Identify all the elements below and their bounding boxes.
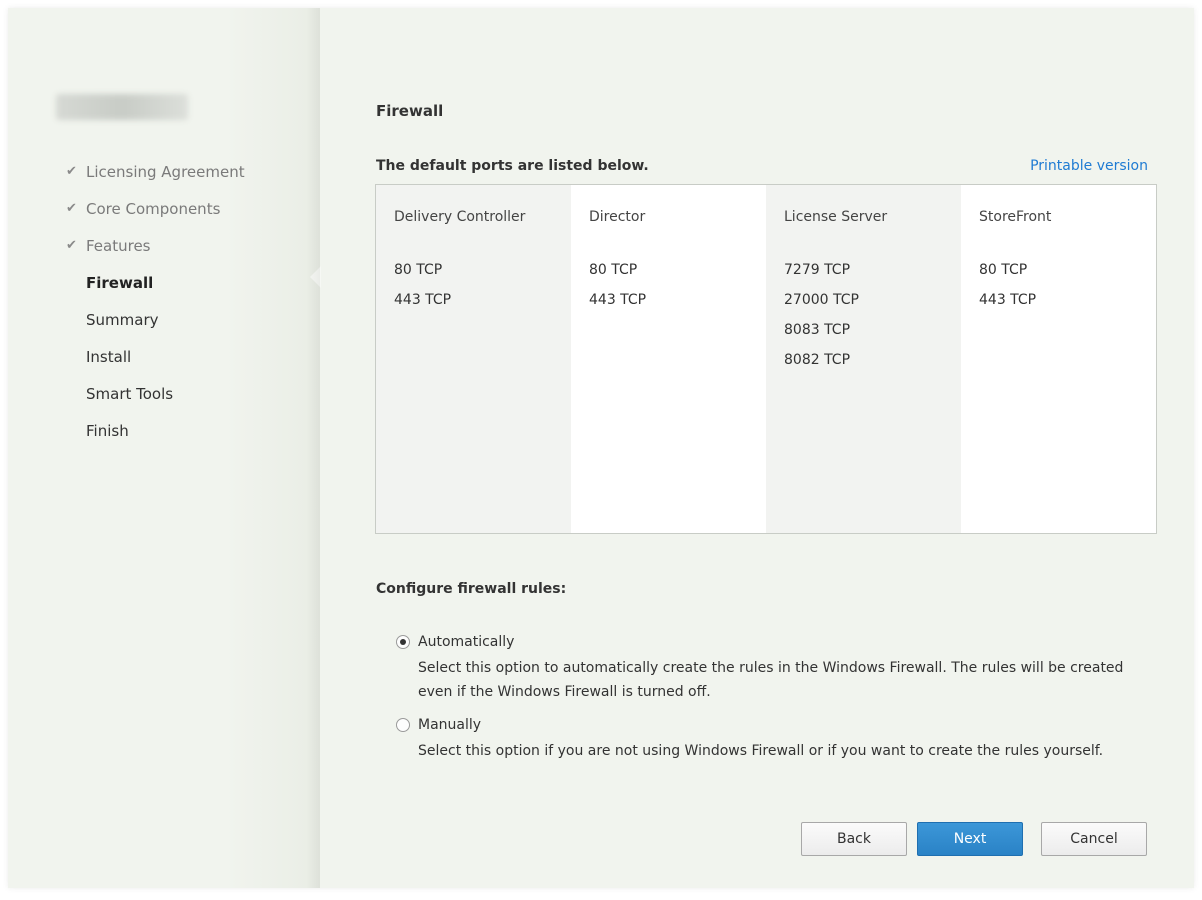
step-label: Finish bbox=[86, 421, 129, 440]
column-header: Delivery Controller bbox=[394, 209, 526, 225]
column-header: Director bbox=[589, 209, 646, 225]
sidebar: ✔ Licensing Agreement ✔ Core Components … bbox=[8, 8, 321, 888]
step-label: Summary bbox=[86, 310, 159, 329]
step-smart-tools: Smart Tools bbox=[66, 375, 245, 412]
column-header: License Server bbox=[784, 209, 888, 225]
port-entry: 443 TCP bbox=[589, 292, 647, 308]
port-column-storefront: StoreFront 80 TCP 443 TCP bbox=[961, 185, 1156, 533]
cancel-button[interactable]: Cancel bbox=[1041, 822, 1147, 856]
port-entry: 443 TCP bbox=[394, 292, 452, 308]
port-entry: 7279 TCP bbox=[784, 262, 851, 278]
main-panel: Firewall The default ports are listed be… bbox=[320, 8, 1194, 888]
printable-version-link[interactable]: Printable version bbox=[1030, 158, 1148, 174]
step-label: Licensing Agreement bbox=[86, 162, 245, 181]
radio-label[interactable]: Automatically bbox=[418, 634, 514, 650]
product-logo bbox=[56, 94, 188, 120]
back-button[interactable]: Back bbox=[801, 822, 907, 856]
step-label: Features bbox=[86, 236, 151, 255]
next-button[interactable]: Next bbox=[917, 822, 1023, 856]
installer-window: ✔ Licensing Agreement ✔ Core Components … bbox=[8, 8, 1194, 888]
manually-description: Select this option if you are not using … bbox=[418, 743, 1104, 759]
step-label: Firewall bbox=[86, 273, 154, 292]
checkmark-icon: ✔ bbox=[66, 163, 77, 179]
checkmark-icon: ✔ bbox=[66, 237, 77, 253]
port-entry: 27000 TCP bbox=[784, 292, 859, 308]
step-summary: Summary bbox=[66, 301, 245, 338]
step-firewall: Firewall bbox=[66, 264, 245, 301]
step-core-components: ✔ Core Components bbox=[66, 190, 245, 227]
port-entry: 80 TCP bbox=[589, 262, 638, 278]
automatically-description: Select this option to automatically crea… bbox=[418, 660, 1124, 700]
radio-button-icon[interactable] bbox=[396, 718, 410, 732]
configure-rules-heading: Configure firewall rules: bbox=[376, 581, 567, 597]
page-title: Firewall bbox=[376, 102, 444, 120]
radio-automatically[interactable]: Automatically bbox=[396, 634, 514, 650]
port-entry: 443 TCP bbox=[979, 292, 1037, 308]
radio-selected-dot bbox=[400, 639, 406, 645]
step-label: Install bbox=[86, 347, 132, 366]
checkmark-icon: ✔ bbox=[66, 200, 77, 216]
column-header: StoreFront bbox=[979, 209, 1052, 225]
port-entry: 8082 TCP bbox=[784, 352, 851, 368]
step-licensing-agreement: ✔ Licensing Agreement bbox=[66, 153, 245, 190]
step-finish: Finish bbox=[66, 412, 245, 449]
radio-button-icon[interactable] bbox=[396, 635, 410, 649]
step-label: Core Components bbox=[86, 199, 221, 218]
port-column-delivery-controller: Delivery Controller 80 TCP 443 TCP bbox=[376, 185, 571, 533]
port-entry: 80 TCP bbox=[979, 262, 1028, 278]
port-column-license-server: License Server 7279 TCP 27000 TCP 8083 T… bbox=[766, 185, 961, 533]
step-label: Smart Tools bbox=[86, 384, 174, 403]
ports-intro-text: The default ports are listed below. bbox=[376, 158, 649, 174]
port-column-director: Director 80 TCP 443 TCP bbox=[571, 185, 766, 533]
radio-label[interactable]: Manually bbox=[418, 717, 481, 733]
step-features: ✔ Features bbox=[66, 227, 245, 264]
step-list: ✔ Licensing Agreement ✔ Core Components … bbox=[66, 153, 245, 449]
default-ports-table: Delivery Controller 80 TCP 443 TCP Direc… bbox=[375, 184, 1157, 534]
port-entry: 80 TCP bbox=[394, 262, 443, 278]
step-install: Install bbox=[66, 338, 245, 375]
radio-manually[interactable]: Manually bbox=[396, 717, 481, 733]
port-entry: 8083 TCP bbox=[784, 322, 851, 338]
